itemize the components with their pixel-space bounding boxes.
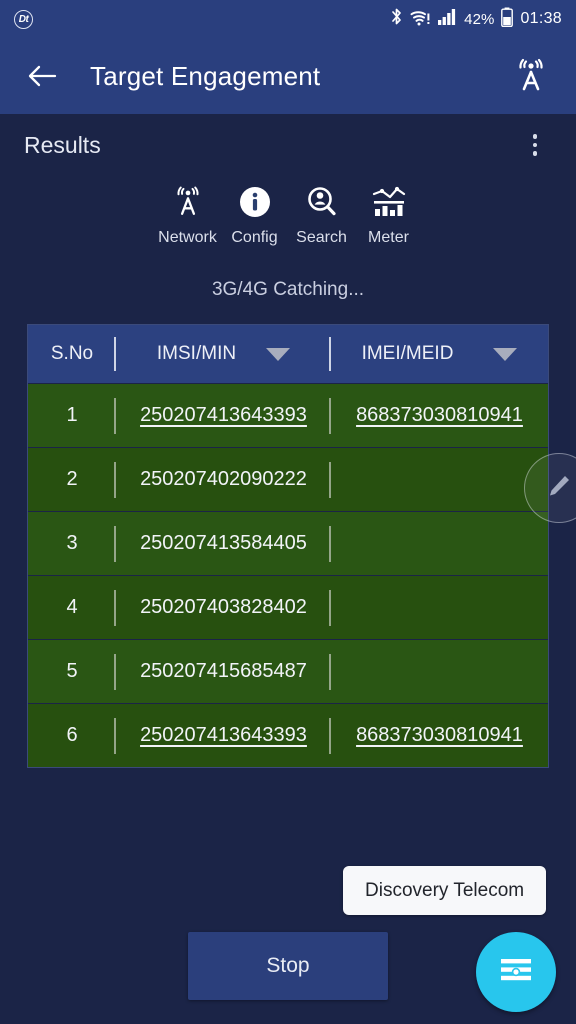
bluetooth-icon [390,7,403,31]
cell-imsi-value[interactable]: 250207413643393 [140,724,307,747]
status-bar: Dt 42% 01:38 [0,0,576,38]
sliders-settings-icon [496,953,536,992]
cell-imei[interactable] [331,576,548,639]
toolbar-item-config[interactable]: Config [221,182,288,247]
action-toolbar: Network Config Search Meter [0,182,576,247]
table-row[interactable]: 1 250207413643393 868373030810941 [28,383,548,447]
fab-label-text: Discovery Telecom [365,879,525,901]
status-bar-clock: 01:38 [520,10,562,27]
battery-percent-label: 42% [464,10,495,28]
cell-sno: 6 [28,704,116,767]
column-header-imsi-label: IMSI/MIN [156,343,237,364]
cell-imsi[interactable]: 250207402090222 [116,448,331,511]
status-bar-left: Dt [14,9,33,29]
page-title: Target Engagement [90,60,321,91]
cell-imsi-value[interactable]: 250207402090222 [140,468,307,491]
app-root: Dt 42% 01:38 Target Engagement Results N… [0,0,576,1024]
cell-imsi[interactable]: 250207413643393 [116,704,331,767]
cell-imsi[interactable]: 250207403828402 [116,576,331,639]
app-notification-badge: Dt [14,9,33,29]
table-row[interactable]: 6 250207413643393 868373030810941 [28,703,548,767]
cell-imei[interactable]: 868373030810941 [331,704,548,767]
antenna-tower-icon [169,182,207,222]
table-row[interactable]: 4 250207403828402 [28,575,548,639]
cell-imsi-value[interactable]: 250207415685487 [140,660,307,683]
cell-sno: 1 [28,384,116,447]
app-bar: Target Engagement [0,38,576,114]
back-arrow-icon[interactable] [22,56,62,96]
toolbar-label-search: Search [296,229,347,246]
wifi-warning-icon [410,8,431,31]
table-header-row: S.No IMSI/MIN IMEI/MEID [28,325,548,383]
column-header-sno[interactable]: S.No [28,325,116,383]
table-row[interactable]: 2 250207402090222 [28,447,548,511]
filter-dropdown-imsi-icon[interactable] [266,347,291,361]
cell-sno: 5 [28,640,116,703]
column-header-imei-label: IMEI/MEID [361,343,454,364]
cell-imsi[interactable]: 250207413643393 [116,384,331,447]
column-header-imsi[interactable]: IMSI/MIN [116,325,331,383]
status-bar-right: 42% 01:38 [390,7,562,32]
cell-sno-value: 2 [66,468,78,490]
cell-imsi[interactable]: 250207413584405 [116,512,331,575]
antenna-tower-icon[interactable] [508,53,554,99]
cell-imsi-value[interactable]: 250207413643393 [140,404,307,427]
column-header-imei[interactable]: IMEI/MEID [331,325,548,383]
pencil-edit-icon [542,469,576,508]
stop-button[interactable]: Stop [188,932,388,1000]
column-header-sno-label: S.No [50,343,94,364]
results-table: S.No IMSI/MIN IMEI/MEID 1 25020741364339… [27,324,549,768]
cell-sno: 3 [28,512,116,575]
table-row[interactable]: 3 250207413584405 [28,511,548,575]
scan-status-text: 3G/4G Catching... [211,279,365,300]
cell-sno-value: 4 [66,596,78,618]
cell-imei[interactable]: 868373030810941 [331,384,548,447]
toolbar-item-network[interactable]: Network [154,182,221,247]
results-header: Results [0,114,576,176]
toolbar-item-meter[interactable]: Meter [355,182,422,247]
table-row[interactable]: 5 250207415685487 [28,639,548,703]
toolbar-item-search[interactable]: Search [288,182,355,247]
toolbar-label-network: Network [158,229,217,246]
cell-imsi-value[interactable]: 250207403828402 [140,596,307,619]
filter-dropdown-imei-icon[interactable] [493,347,518,361]
cell-sno-value: 1 [66,404,78,426]
cell-imei-value[interactable]: 868373030810941 [356,404,523,427]
cell-sno-value: 3 [66,532,78,554]
cell-imsi[interactable]: 250207415685487 [116,640,331,703]
cell-sno: 4 [28,576,116,639]
cell-imei[interactable] [331,512,548,575]
cell-sno-value: 5 [66,660,78,682]
toolbar-label-meter: Meter [368,229,409,246]
cell-imsi-value[interactable]: 250207413584405 [140,532,307,555]
results-title: Results [24,131,101,158]
settings-fab-button[interactable] [476,932,556,1012]
search-person-icon [305,182,339,222]
cell-imei[interactable] [331,640,548,703]
cell-imei[interactable] [331,448,548,511]
toolbar-label-config: Config [231,229,278,246]
chart-meter-icon [371,182,407,222]
more-vertical-icon[interactable] [518,126,552,164]
cell-sno-value: 6 [66,724,78,746]
info-circle-icon [238,182,272,222]
fab-label-chip[interactable]: Discovery Telecom [343,866,547,915]
cell-imei-value[interactable]: 868373030810941 [356,724,523,747]
battery-icon [501,7,514,32]
cell-sno: 2 [28,448,116,511]
cellular-signal-icon [438,8,457,30]
